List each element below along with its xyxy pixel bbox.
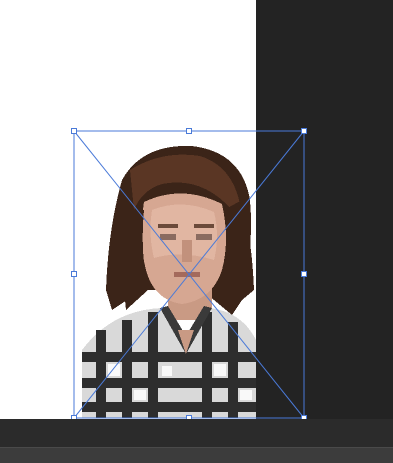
transform-handle-middle-left[interactable] <box>71 271 77 277</box>
document-canvas-area <box>0 0 393 463</box>
transform-handle-top-center[interactable] <box>186 128 192 134</box>
transform-handle-middle-right[interactable] <box>301 271 307 277</box>
transform-handle-top-left[interactable] <box>71 128 77 134</box>
transform-handle-top-right[interactable] <box>301 128 307 134</box>
placed-photo-layer[interactable] <box>82 140 256 418</box>
pasteboard-bottom <box>0 419 393 447</box>
portrait-photo <box>82 140 256 418</box>
pasteboard <box>256 0 393 419</box>
status-bar <box>0 447 393 463</box>
